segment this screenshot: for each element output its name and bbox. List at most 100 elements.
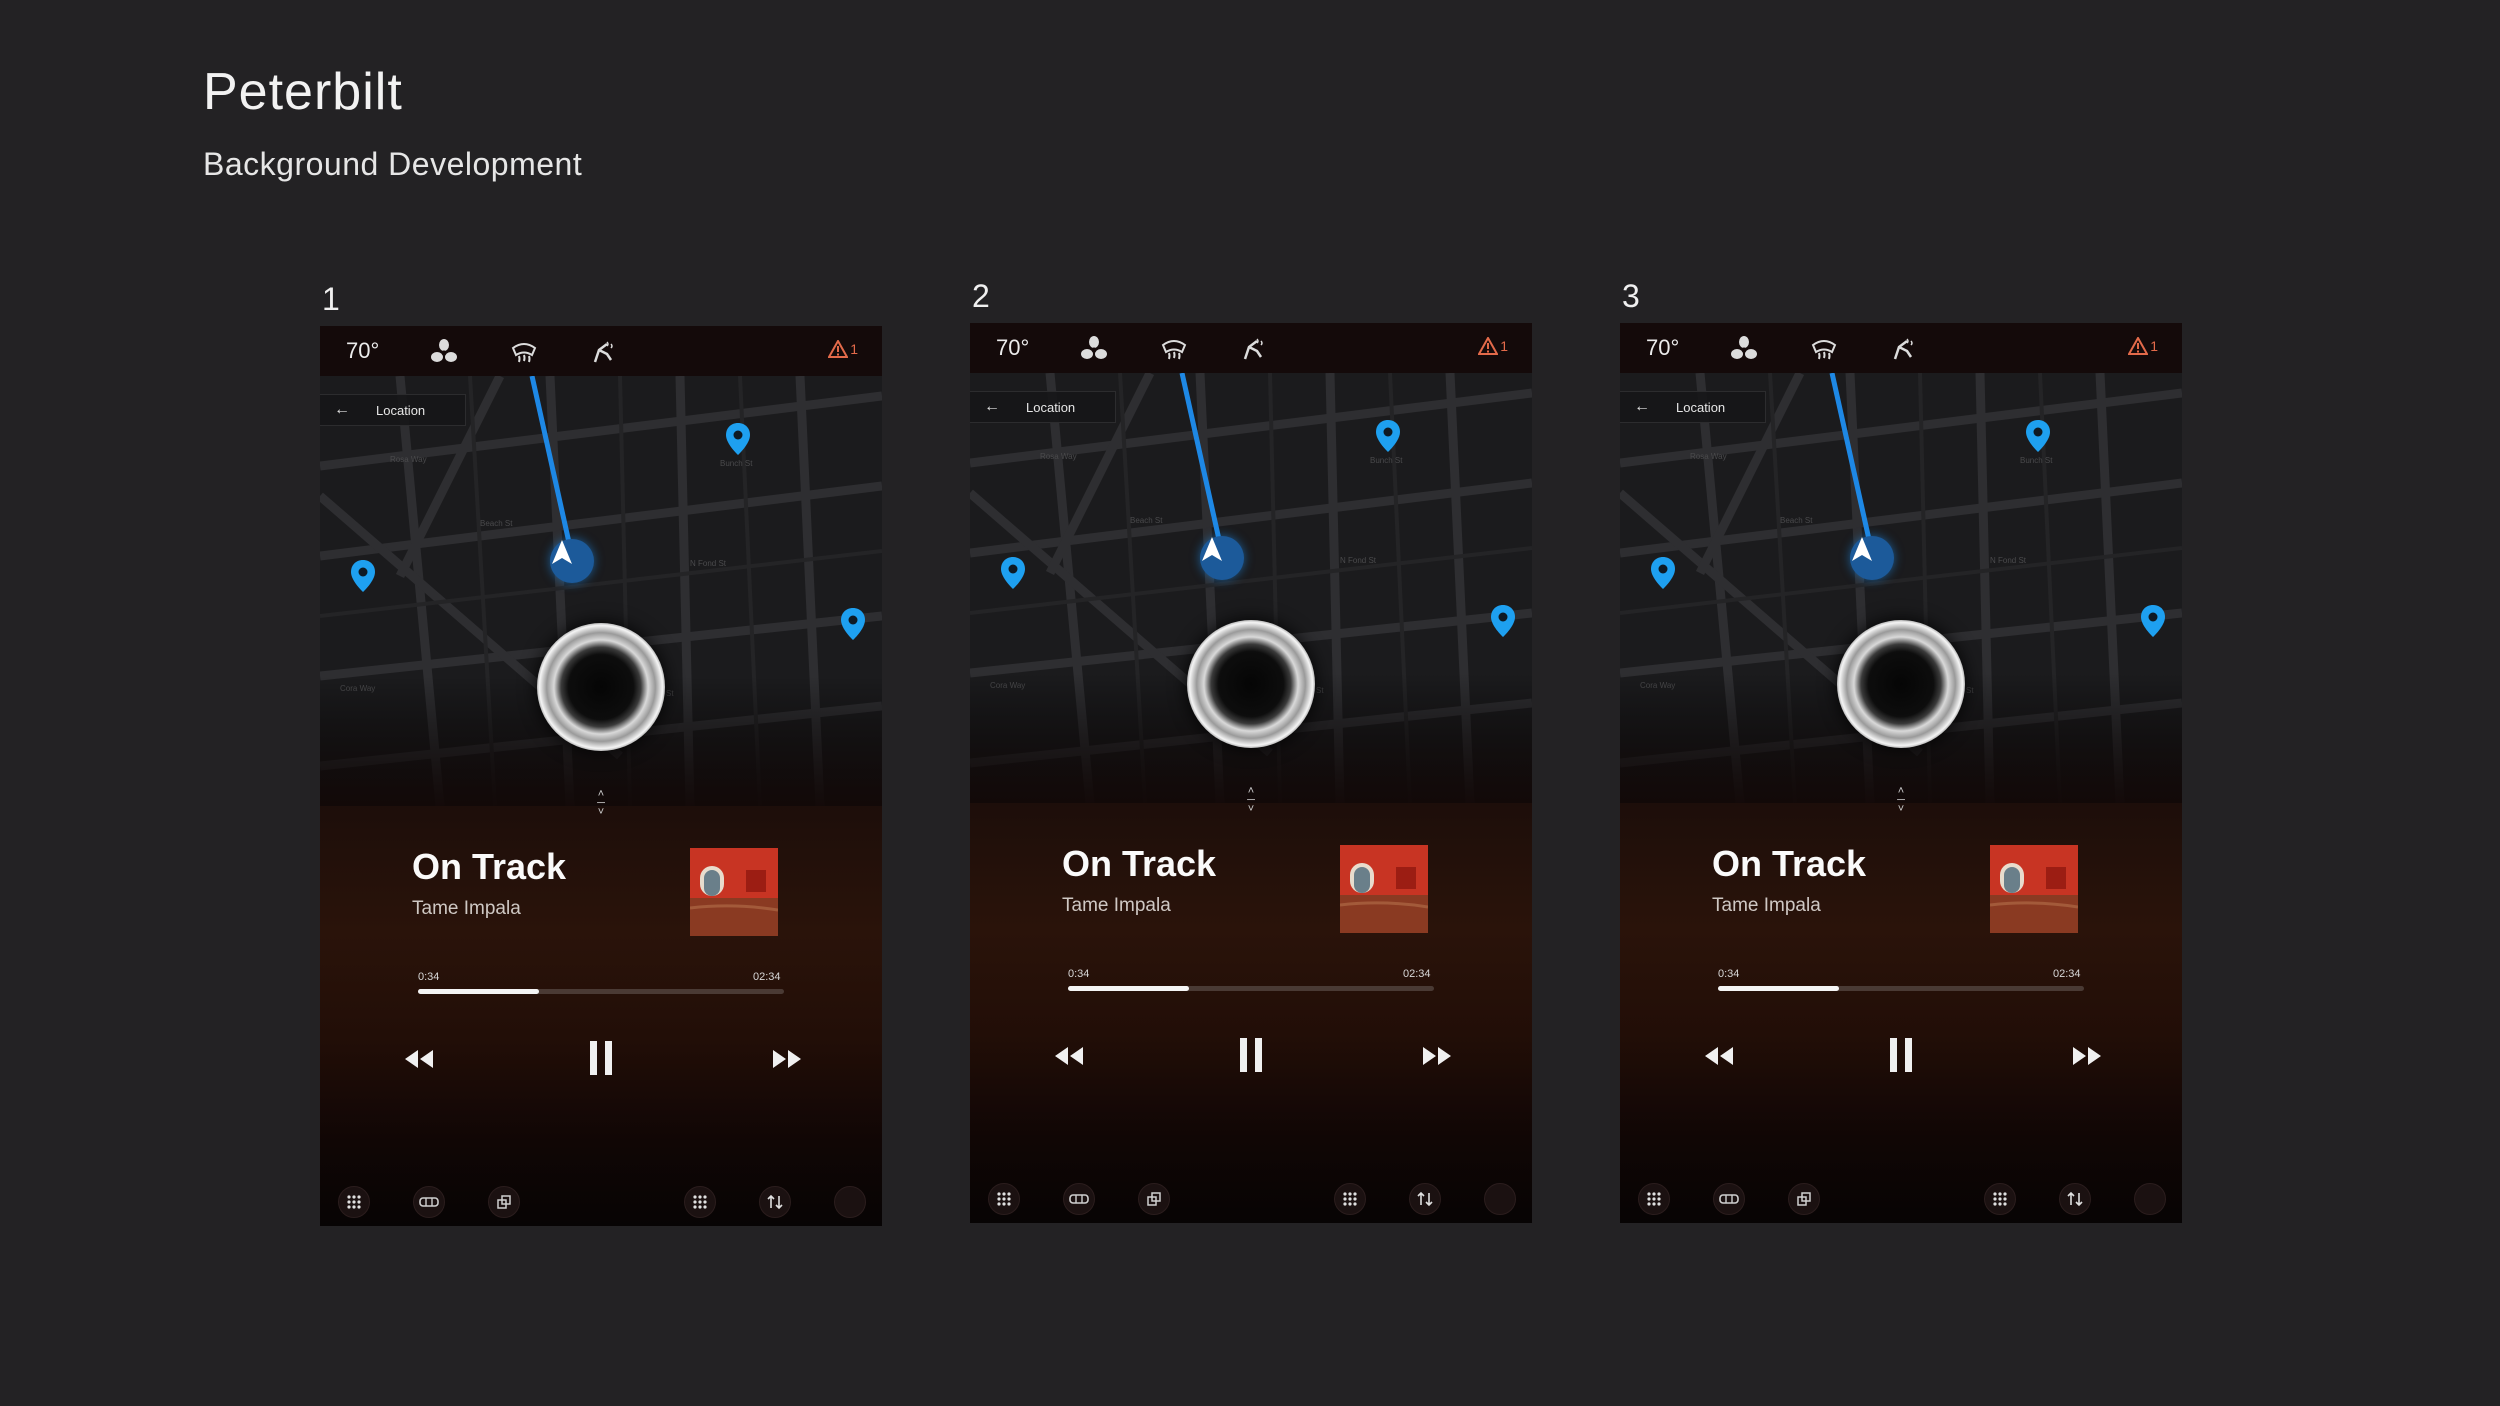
copy-icon[interactable] [1138, 1183, 1170, 1215]
progress-fill [1718, 986, 1839, 991]
location-back-button[interactable]: ← Location [970, 391, 1116, 423]
copy-icon[interactable] [1788, 1183, 1820, 1215]
apps-grid-icon[interactable] [1638, 1183, 1670, 1215]
temperature-readout[interactable]: 70° [1646, 335, 1679, 361]
track-artist: Tame Impala [1712, 895, 1821, 916]
vehicle-icon[interactable] [1063, 1183, 1095, 1215]
map-pin-icon[interactable] [841, 608, 865, 640]
fan-icon[interactable] [1080, 335, 1108, 363]
volume-knob[interactable] [1187, 620, 1315, 748]
svg-text:Beach St: Beach St [480, 519, 513, 528]
svg-text:Rosa Way: Rosa Way [390, 455, 427, 464]
fast-forward-icon[interactable] [770, 1046, 804, 1072]
vehicle-icon[interactable] [1713, 1183, 1745, 1215]
svg-text:Bunch St: Bunch St [1370, 456, 1403, 465]
back-arrow-icon: ← [984, 398, 1000, 415]
fast-forward-icon[interactable] [2070, 1043, 2104, 1069]
navigation-arrow-icon [552, 540, 572, 564]
apps-grid-icon[interactable] [1984, 1183, 2016, 1215]
svg-text:N Fond St: N Fond St [690, 559, 727, 568]
progress-bar[interactable] [418, 989, 784, 994]
panel-number: 1 [322, 281, 340, 317]
track-duration: 02:34 [753, 971, 781, 983]
map-pin-icon[interactable] [1001, 557, 1025, 589]
seat-heat-icon[interactable] [1237, 335, 1265, 363]
apps-grid-icon[interactable] [338, 1186, 370, 1218]
temperature-readout[interactable]: 70° [346, 338, 379, 364]
pause-icon[interactable] [586, 1039, 616, 1077]
track-title: On Track [1062, 843, 1217, 884]
infotainment-screen: Rosa Way Beach St N Fond St Bay St Cora … [970, 323, 1532, 1223]
album-art[interactable] [690, 848, 778, 936]
warning-icon [828, 340, 849, 358]
pause-icon[interactable] [1886, 1036, 1916, 1074]
map-pin-icon[interactable] [1376, 420, 1400, 452]
svg-text:N Fond St: N Fond St [1990, 556, 2027, 565]
defrost-icon[interactable] [1810, 335, 1838, 363]
fan-icon[interactable] [1730, 335, 1758, 363]
album-art-image [1340, 845, 1428, 933]
fan-icon[interactable] [430, 338, 458, 366]
location-back-button[interactable]: ← Location [320, 394, 466, 426]
sort-icon[interactable] [2059, 1183, 2091, 1215]
apps-grid-icon[interactable] [684, 1186, 716, 1218]
elapsed-time: 0:34 [1068, 968, 1090, 980]
drawer-handle-icon[interactable]: ˄ ─ ˅ [1240, 786, 1262, 815]
volume-knob[interactable] [537, 623, 665, 751]
map-pin-icon[interactable] [2026, 420, 2050, 452]
apps-grid-icon[interactable] [1334, 1183, 1366, 1215]
apps-grid-icon[interactable] [988, 1183, 1020, 1215]
drawer-handle-icon[interactable]: ˄ ─ ˅ [1890, 786, 1912, 815]
defrost-icon[interactable] [1160, 335, 1188, 363]
circle-icon[interactable] [834, 1186, 866, 1218]
pause-icon[interactable] [1236, 1036, 1266, 1074]
album-art[interactable] [1340, 845, 1428, 933]
copy-icon[interactable] [488, 1186, 520, 1218]
progress-fill [1068, 986, 1189, 991]
volume-knob[interactable] [1837, 620, 1965, 748]
svg-text:Bunch St: Bunch St [2020, 456, 2053, 465]
panel-number: 2 [972, 278, 990, 314]
location-back-button[interactable]: ← Location [1620, 391, 1766, 423]
map-pin-icon[interactable] [351, 560, 375, 592]
location-label: Location [1676, 399, 1726, 415]
sort-icon[interactable] [759, 1186, 791, 1218]
rewind-icon[interactable] [1702, 1043, 1736, 1069]
current-location-marker[interactable] [550, 539, 594, 583]
map-pin-icon[interactable] [726, 423, 750, 455]
rewind-icon[interactable] [402, 1046, 436, 1072]
vehicle-icon[interactable] [413, 1186, 445, 1218]
seat-heat-icon[interactable] [587, 338, 615, 366]
album-art-image [690, 848, 778, 936]
alert-indicator[interactable]: 1 [1478, 337, 1508, 355]
current-location-marker[interactable] [1850, 536, 1894, 580]
sort-icon[interactable] [1409, 1183, 1441, 1215]
map-pin-icon[interactable] [2141, 605, 2165, 637]
warning-icon [1478, 337, 1499, 355]
elapsed-time: 0:34 [418, 971, 440, 983]
alert-indicator[interactable]: 1 [2128, 337, 2158, 355]
temperature-readout[interactable]: 70° [996, 335, 1029, 361]
current-location-marker[interactable] [1200, 536, 1244, 580]
track-duration: 02:34 [2053, 968, 2081, 980]
map-pin-icon[interactable] [1651, 557, 1675, 589]
rewind-icon[interactable] [1052, 1043, 1086, 1069]
svg-text:Beach St: Beach St [1780, 516, 1813, 525]
progress-bar[interactable] [1068, 986, 1434, 991]
progress-fill [418, 989, 539, 994]
svg-text:N Fond St: N Fond St [1340, 556, 1377, 565]
circle-icon[interactable] [1484, 1183, 1516, 1215]
album-art[interactable] [1990, 845, 2078, 933]
map-pin-icon[interactable] [1491, 605, 1515, 637]
alert-count: 1 [2150, 338, 2158, 354]
svg-text:Rosa Way: Rosa Way [1040, 452, 1077, 461]
seat-heat-icon[interactable] [1887, 335, 1915, 363]
infotainment-screen: Rosa Way Beach St N Fond St Bay St Cora … [1620, 323, 2182, 1223]
circle-icon[interactable] [2134, 1183, 2166, 1215]
fast-forward-icon[interactable] [1420, 1043, 1454, 1069]
drawer-handle-icon[interactable]: ˄ ─ ˅ [590, 789, 612, 818]
progress-bar[interactable] [1718, 986, 2084, 991]
alert-indicator[interactable]: 1 [828, 340, 858, 358]
defrost-icon[interactable] [510, 338, 538, 366]
track-artist: Tame Impala [1062, 895, 1171, 916]
